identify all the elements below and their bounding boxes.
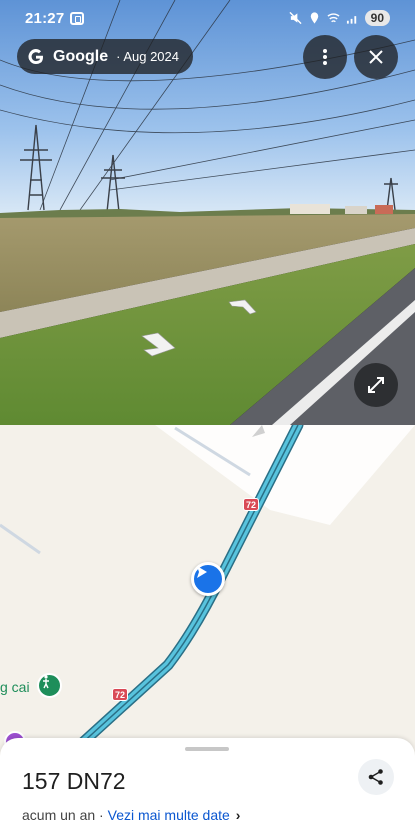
poi-marker[interactable] — [37, 673, 62, 698]
imagery-brand: Google — [53, 47, 109, 65]
close-icon — [369, 50, 383, 64]
imagery-source-pill[interactable]: Google · Aug 2024 — [17, 39, 193, 74]
system-icons: 90 — [289, 10, 390, 26]
expand-button[interactable] — [354, 363, 398, 407]
wifi-icon — [327, 13, 340, 23]
place-subtitle: acum un an · Vezi mai multe date › — [22, 807, 240, 820]
imagery-age: acum un an — [22, 807, 96, 820]
road-shield: 72 — [112, 688, 128, 701]
mute-icon — [289, 11, 302, 25]
share-button[interactable] — [358, 759, 394, 795]
status-bar: 21:27 90 — [0, 0, 415, 38]
more-data-link[interactable]: Vezi mai multe date — [108, 807, 230, 820]
place-bottom-sheet[interactable]: 157 DN72 acum un an · Vezi mai multe dat… — [0, 738, 415, 820]
separator: · — [95, 807, 108, 820]
current-location-marker — [191, 562, 225, 596]
battery-level: 90 — [364, 10, 390, 26]
location-icon — [310, 12, 318, 24]
share-icon — [368, 769, 383, 785]
hiking-icon — [43, 675, 49, 689]
place-address: 157 DN72 — [22, 768, 126, 794]
chevron-right-icon[interactable]: › — [236, 807, 241, 820]
signal-icon — [346, 16, 356, 24]
more-options-button[interactable] — [303, 35, 347, 79]
more-vert-icon — [323, 49, 327, 65]
poi-label[interactable]: g cai — [0, 679, 30, 695]
street-view-panorama[interactable]: 21:27 90 Google · Aug 2024 — [0, 0, 415, 425]
navigation-arrow-icon — [197, 566, 207, 578]
google-g-icon — [28, 48, 43, 64]
capture-date: · Aug 2024 — [116, 49, 179, 64]
screen-record-icon — [70, 12, 84, 25]
expand-icon — [368, 377, 384, 393]
close-button[interactable] — [354, 35, 398, 79]
road-shield: 72 — [243, 498, 259, 511]
minor-road — [0, 523, 41, 555]
sheet-drag-handle[interactable] — [185, 747, 229, 751]
status-time: 21:27 — [25, 10, 65, 27]
